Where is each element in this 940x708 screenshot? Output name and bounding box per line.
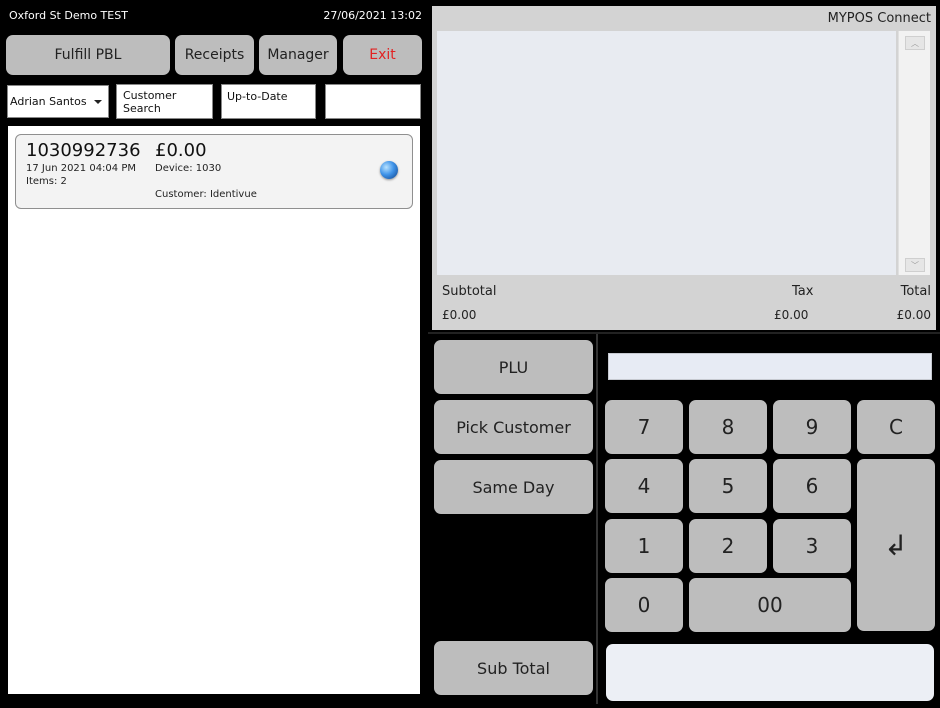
order-items: Items: 2 [26,176,67,187]
order-device: Device: 1030 [155,163,222,174]
order-customer: Customer: Identivue [155,189,257,200]
order-amount: £0.00 [155,140,207,161]
chevron-down-icon [93,99,102,104]
total-label: Total [900,284,931,299]
tax-value: £0.00 [774,308,809,322]
enter-icon: ↲ [884,528,908,562]
subtotal-label: Subtotal [442,284,497,299]
order-panel: Oxford St Demo TEST 27/06/2021 13:02 Ful… [0,0,428,708]
amount-input[interactable] [608,353,932,380]
divider [428,332,940,334]
key-2[interactable]: 2 [689,519,767,573]
key-00[interactable]: 00 [689,578,851,632]
brand-title: MYPOS Connect [827,11,931,26]
key-clear[interactable]: C [857,400,935,454]
exit-button[interactable]: Exit [343,35,422,75]
staff-dropdown-label: Adrian Santos [10,95,87,108]
customer-search-button[interactable]: Customer Search [116,84,213,119]
key-7[interactable]: 7 [605,400,683,454]
key-8[interactable]: 8 [689,400,767,454]
key-enter[interactable]: ↲ [857,459,935,631]
key-4[interactable]: 4 [605,459,683,513]
key-1[interactable]: 1 [605,519,683,573]
datetime: 27/06/2021 13:02 [323,9,422,22]
order-number: 1030992736 [26,140,141,161]
scroll-up-icon[interactable]: ︿ [905,36,925,50]
scroll-down-icon[interactable]: ﹀ [905,258,925,272]
order-list: 1030992736 £0.00 17 Jun 2021 04:04 PM It… [8,126,420,694]
order-date: 17 Jun 2021 04:04 PM [26,163,136,174]
key-3[interactable]: 3 [773,519,851,573]
sub-total-display [606,644,934,701]
total-value: £0.00 [896,308,931,322]
status-bar: Oxford St Demo TEST 27/06/2021 13:02 [0,0,428,30]
sub-total-button[interactable]: Sub Total [434,641,593,695]
plu-button[interactable]: PLU [434,340,593,394]
receipts-button[interactable]: Receipts [175,35,254,75]
receipt-lines [437,31,896,275]
manager-button[interactable]: Manager [259,35,337,75]
receipt-scrollbar[interactable]: ︿ ﹀ [898,31,930,275]
pick-customer-button[interactable]: Pick Customer [434,400,593,454]
status-dot-icon [380,161,398,179]
fulfill-pbl-button[interactable]: Fulfill PBL [6,35,170,75]
receipt-panel: MYPOS Connect ︿ ﹀ Subtotal Tax Total £0.… [432,6,936,330]
key-6[interactable]: 6 [773,459,851,513]
extra-input[interactable] [325,84,421,119]
same-day-button[interactable]: Same Day [434,460,593,514]
subtotal-value: £0.00 [442,308,477,322]
order-card[interactable]: 1030992736 £0.00 17 Jun 2021 04:04 PM It… [15,134,413,209]
status-field[interactable]: Up-to-Date [221,84,316,119]
register-panel: MYPOS Connect ︿ ﹀ Subtotal Tax Total £0.… [428,0,940,708]
key-0[interactable]: 0 [605,578,683,632]
staff-dropdown[interactable]: Adrian Santos [7,85,109,118]
key-5[interactable]: 5 [689,459,767,513]
divider [596,334,598,704]
store-name: Oxford St Demo TEST [9,9,128,22]
key-9[interactable]: 9 [773,400,851,454]
tax-label: Tax [792,284,814,299]
